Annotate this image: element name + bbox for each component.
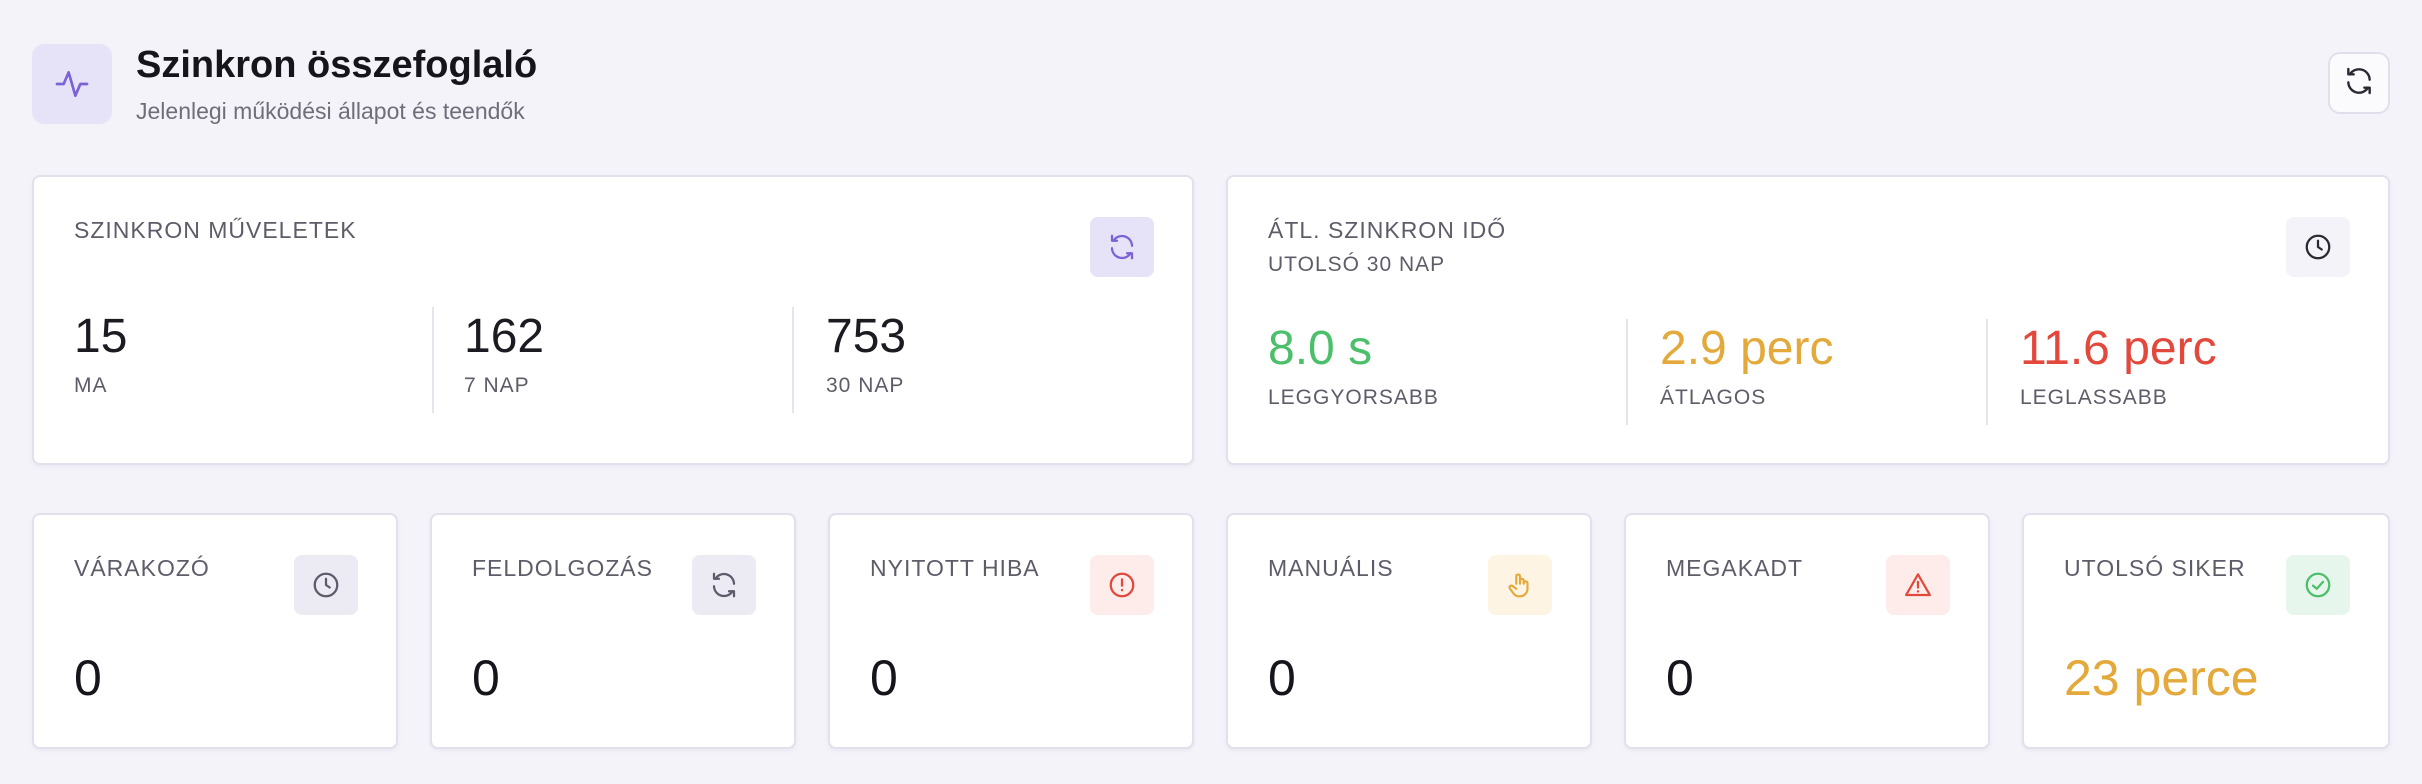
card-title: ÁTL. SZINKRON IDŐ bbox=[1268, 217, 1507, 243]
status-value: 0 bbox=[1666, 650, 1694, 706]
card-title: NYITOTT HIBA bbox=[870, 555, 1040, 581]
metric-slowest: 11.6 perc LEGLASSABB bbox=[2020, 321, 2217, 410]
alert-circle-icon bbox=[1090, 555, 1154, 615]
page-header: Szinkron összefoglaló Jelenlegi működési… bbox=[32, 42, 2390, 132]
metric-value: 8.0 s bbox=[1268, 322, 1373, 375]
card-title: FELDOLGOZÁS bbox=[472, 555, 653, 581]
card-title: UTOLSÓ SIKER bbox=[2064, 555, 2246, 581]
check-circle-icon bbox=[2286, 555, 2350, 615]
metric-30-days: 753 30 NAP bbox=[826, 309, 906, 398]
status-card-processing: FELDOLGOZÁS 0 bbox=[430, 513, 796, 749]
divider bbox=[1986, 319, 1988, 425]
card-subtitle: UTOLSÓ 30 NAP bbox=[1268, 253, 1446, 276]
card-title: VÁRAKOZÓ bbox=[74, 555, 210, 581]
page-title: Szinkron összefoglaló bbox=[136, 44, 538, 86]
metric-label: 7 NAP bbox=[464, 374, 530, 397]
metric-7-days: 162 7 NAP bbox=[464, 309, 544, 398]
metric-fastest: 8.0 s LEGGYORSABB bbox=[1268, 321, 1439, 410]
metric-value: 2.9 perc bbox=[1660, 322, 1834, 375]
status-value: 0 bbox=[74, 650, 102, 706]
status-value: 0 bbox=[1268, 650, 1296, 706]
divider bbox=[432, 307, 434, 413]
metric-label: LEGLASSABB bbox=[2020, 386, 2168, 409]
divider bbox=[792, 307, 794, 413]
metric-label: MA bbox=[74, 374, 108, 397]
status-card-manual: MANUÁLIS 0 bbox=[1226, 513, 1592, 749]
clock-icon bbox=[294, 555, 358, 615]
metric-label: 30 NAP bbox=[826, 374, 905, 397]
refresh-icon bbox=[1090, 217, 1154, 277]
metric-label: LEGGYORSABB bbox=[1268, 386, 1439, 409]
activity-icon bbox=[32, 44, 112, 124]
metric-label: ÁTLAGOS bbox=[1660, 386, 1767, 409]
metric-today: 15 MA bbox=[74, 309, 127, 398]
status-value: 0 bbox=[472, 650, 500, 706]
refresh-button[interactable] bbox=[2328, 52, 2390, 114]
metric-average: 2.9 perc ÁTLAGOS bbox=[1660, 321, 1833, 410]
card-title: SZINKRON MŰVELETEK bbox=[74, 217, 357, 243]
page-subtitle: Jelenlegi működési állapot és teendők bbox=[136, 98, 525, 124]
metric-value: 15 bbox=[74, 310, 128, 363]
status-value: 23 perce bbox=[2064, 650, 2259, 706]
warning-triangle-icon bbox=[1886, 555, 1950, 615]
hand-pointer-icon bbox=[1488, 555, 1552, 615]
refresh-icon bbox=[692, 555, 756, 615]
status-card-last-success: UTOLSÓ SIKER 23 perce bbox=[2022, 513, 2390, 749]
clock-icon bbox=[2286, 217, 2350, 277]
status-card-open-error: NYITOTT HIBA 0 bbox=[828, 513, 1194, 749]
metric-value: 162 bbox=[464, 310, 545, 363]
sync-operations-card: SZINKRON MŰVELETEK 15 MA 162 7 NAP 753 3… bbox=[32, 175, 1194, 465]
divider bbox=[1626, 319, 1628, 425]
card-title: MEGAKADT bbox=[1666, 555, 1804, 581]
status-card-waiting: VÁRAKOZÓ 0 bbox=[32, 513, 398, 749]
avg-sync-time-card: ÁTL. SZINKRON IDŐ UTOLSÓ 30 NAP 8.0 s LE… bbox=[1226, 175, 2390, 465]
metric-value: 11.6 perc bbox=[2020, 322, 2217, 375]
refresh-icon bbox=[2343, 65, 2375, 102]
status-value: 0 bbox=[870, 650, 898, 706]
card-title: MANUÁLIS bbox=[1268, 555, 1394, 581]
metric-value: 753 bbox=[826, 310, 907, 363]
status-card-stuck: MEGAKADT 0 bbox=[1624, 513, 1990, 749]
